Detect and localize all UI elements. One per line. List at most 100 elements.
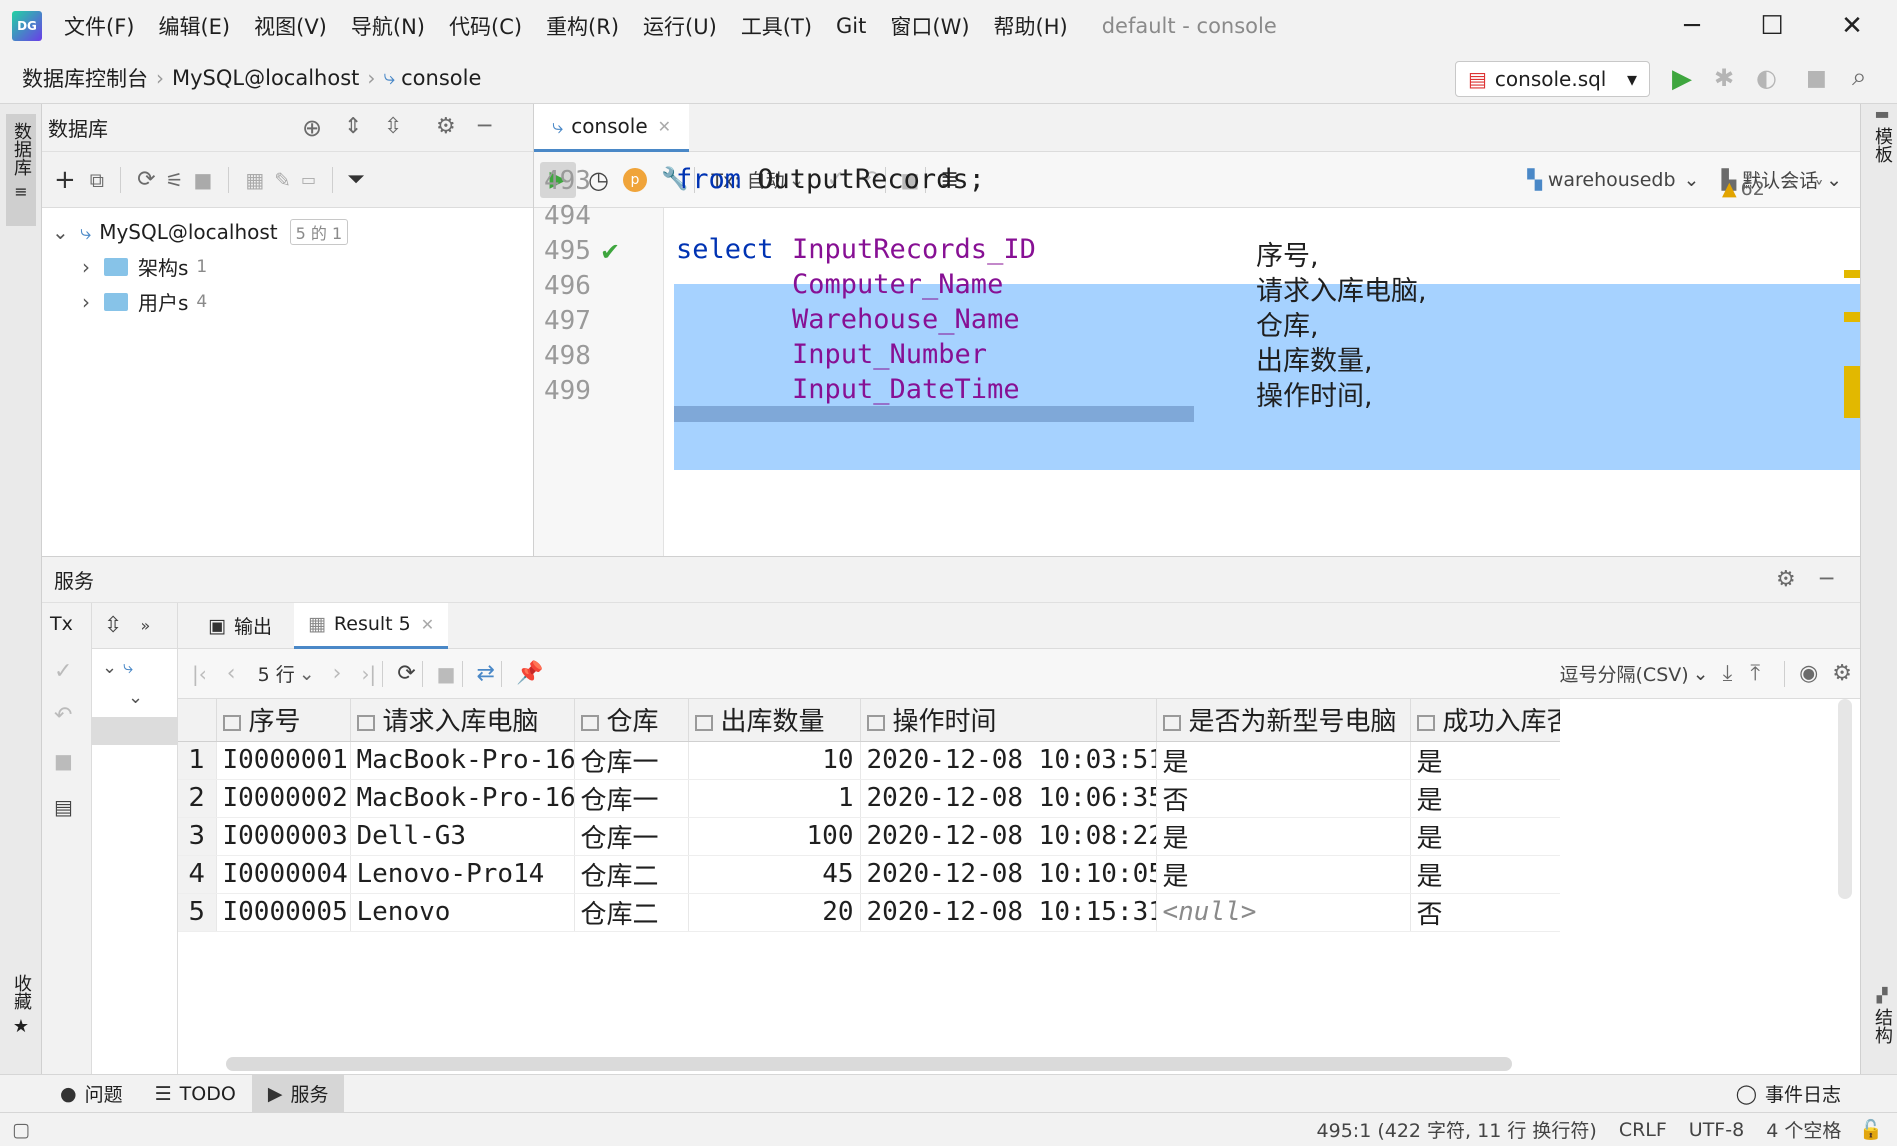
menu-navigate[interactable]: 导航(N): [351, 11, 425, 41]
menu-file[interactable]: 文件(F): [64, 11, 134, 41]
vertical-scrollbar[interactable]: [1838, 699, 1852, 899]
run-icon[interactable]: ▶: [1672, 64, 1692, 94]
filter-icon[interactable]: ⏷: [347, 167, 365, 192]
hide-icon[interactable]: ─: [1820, 567, 1833, 592]
table-row[interactable]: 1 I0000001 MacBook-Pro-16 仓库一 10 2020-12…: [178, 741, 1560, 780]
table-row[interactable]: 2 I0000002 MacBook-Pro-16 仓库一 1 2020-12-…: [178, 779, 1560, 818]
tab-console[interactable]: ⤷ console ✕: [534, 103, 690, 152]
add-icon[interactable]: +: [54, 165, 76, 195]
layout-icon[interactable]: ▤: [54, 795, 73, 819]
download-icon[interactable]: ⤓: [1723, 661, 1733, 686]
stop-icon[interactable]: ■: [54, 749, 73, 773]
menu-window[interactable]: 窗口(W): [890, 11, 969, 41]
rollback-icon[interactable]: ↶: [54, 703, 72, 728]
column-header[interactable]: 是否为新型号电脑: [1156, 699, 1411, 742]
column-header[interactable]: 成功入库否: [1410, 699, 1560, 742]
table-row[interactable]: 5 I0000005 Lenovo 仓库二 20 2020-12-08 10:1…: [178, 893, 1560, 932]
service-node-datasource[interactable]: ⌄ ⤷: [102, 657, 177, 687]
favorites-tool-button[interactable]: 收藏 ★: [8, 974, 34, 1037]
run-config-dropdown[interactable]: ▤ console.sql ▾: [1455, 61, 1650, 97]
commit-icon[interactable]: ✓: [54, 659, 72, 684]
expand-all-icon[interactable]: ⇳: [104, 613, 122, 638]
line-ending[interactable]: CRLF: [1619, 1119, 1667, 1141]
code-line-495[interactable]: select: [676, 234, 774, 265]
close-button[interactable]: ✕: [1812, 0, 1892, 52]
service-node-console[interactable]: ⌄: [102, 687, 177, 717]
error-stripe-mark[interactable]: [1844, 312, 1860, 322]
breadcrumb-db-console[interactable]: 数据库控制台: [22, 63, 148, 93]
previous-page-icon[interactable]: ‹: [227, 661, 236, 686]
breadcrumb-console[interactable]: console: [401, 66, 481, 90]
column-header[interactable]: 请求入库电脑: [350, 699, 575, 742]
menu-view[interactable]: 视图(V): [254, 11, 327, 41]
error-stripe-mark[interactable]: [1844, 366, 1860, 418]
menu-help[interactable]: 帮助(H): [994, 11, 1068, 41]
gear-icon[interactable]: ⚙: [1776, 567, 1796, 592]
upload-icon[interactable]: ⤒: [1750, 661, 1760, 686]
menu-refactor[interactable]: 重构(R): [546, 11, 619, 41]
structure-tool-button[interactable]: ▞ 结构: [1869, 988, 1895, 1044]
next-page-icon[interactable]: ›: [333, 661, 342, 686]
page-size-dropdown[interactable]: 5 行: [258, 660, 295, 687]
edit-icon[interactable]: ✎: [274, 168, 291, 192]
error-stripe-mark[interactable]: [1844, 270, 1860, 278]
menu-edit[interactable]: 编辑(E): [158, 11, 230, 41]
database-tool-button[interactable]: 数据库 ≡: [6, 114, 36, 226]
lock-icon[interactable]: 🔓: [1859, 1118, 1883, 1141]
more-icon[interactable]: »: [140, 616, 150, 635]
expand-all-icon[interactable]: ⇕: [344, 114, 362, 139]
layout-toggle-icon[interactable]: ▢: [12, 1119, 30, 1141]
event-log-button[interactable]: ◯ 事件日志: [1720, 1075, 1857, 1113]
tab-output[interactable]: ▣ 输出: [194, 603, 286, 649]
menu-git[interactable]: Git: [836, 14, 866, 38]
query-console-icon[interactable]: ▭: [301, 170, 316, 189]
inspection-widget[interactable]: ▲ 62 ˄ ˅: [1722, 178, 1824, 200]
maximize-button[interactable]: ☐: [1732, 0, 1812, 52]
target-icon[interactable]: ⊕: [302, 114, 322, 142]
view-icon[interactable]: ◉: [1799, 661, 1818, 686]
transaction-button[interactable]: Tx: [50, 613, 73, 635]
tree-item-users[interactable]: › 用户s 4: [42, 284, 533, 319]
breadcrumb-datasource[interactable]: MySQL@localhost: [172, 66, 359, 90]
templates-tool-button[interactable]: ▬ 模板: [1869, 104, 1895, 163]
pin-icon[interactable]: 📌: [516, 661, 543, 686]
explain-plan-icon[interactable]: p: [622, 167, 647, 192]
tab-problems[interactable]: ● 问题: [44, 1075, 139, 1113]
caret-position[interactable]: 495:1 (422 字符, 11 行 换行符): [1317, 1116, 1597, 1143]
gear-icon[interactable]: ⚙: [1832, 661, 1852, 686]
column-header[interactable]: 仓库: [574, 699, 689, 742]
stop-icon[interactable]: ■: [437, 662, 456, 686]
close-tab-icon[interactable]: ✕: [658, 117, 671, 136]
compare-icon[interactable]: ⇄: [477, 661, 495, 686]
next-icon[interactable]: ˅: [1814, 178, 1824, 200]
coverage-icon[interactable]: ◐: [1756, 64, 1777, 92]
horizontal-scrollbar[interactable]: [226, 1057, 1512, 1071]
tab-todo[interactable]: ☰ TODO: [139, 1075, 252, 1113]
previous-icon[interactable]: ˄: [1785, 178, 1795, 200]
first-page-icon[interactable]: |‹: [192, 662, 207, 686]
column-header[interactable]: 出库数量: [688, 699, 861, 742]
stop-icon[interactable]: ■: [193, 168, 212, 192]
indent-setting[interactable]: 4 个空格: [1766, 1116, 1841, 1143]
stop-icon[interactable]: ■: [1806, 66, 1827, 91]
tab-services[interactable]: ▶ 服务: [251, 1074, 345, 1113]
table-row[interactable]: 3 I0000003 Dell-G3 仓库一 100 2020-12-08 10…: [178, 817, 1560, 856]
debug-icon[interactable]: ✱: [1714, 64, 1734, 92]
menu-tools[interactable]: 工具(T): [741, 11, 812, 41]
table-row[interactable]: 4 I0000004 Lenovo-Pro14 仓库二 45 2020-12-0…: [178, 855, 1560, 894]
file-encoding[interactable]: UTF-8: [1689, 1119, 1744, 1141]
search-icon[interactable]: ⌕: [1852, 62, 1867, 93]
collapse-all-icon[interactable]: ⇳: [384, 114, 402, 139]
export-format-dropdown[interactable]: 逗号分隔(CSV): [1560, 660, 1689, 687]
menu-code[interactable]: 代码(C): [449, 11, 522, 41]
hide-icon[interactable]: ─: [478, 114, 491, 139]
minimize-button[interactable]: ─: [1652, 0, 1732, 52]
tab-result-5[interactable]: ▦ Result 5 ✕: [293, 602, 449, 649]
menu-run[interactable]: 运行(U): [643, 11, 717, 41]
refresh-icon[interactable]: ⟳: [137, 167, 155, 192]
service-node-selected[interactable]: [92, 717, 177, 745]
column-header[interactable]: 序号: [216, 699, 351, 742]
last-page-icon[interactable]: ›|: [361, 662, 376, 686]
table-icon[interactable]: ▦: [245, 168, 264, 192]
tree-item-schemas[interactable]: › 架构s 1: [42, 249, 533, 284]
